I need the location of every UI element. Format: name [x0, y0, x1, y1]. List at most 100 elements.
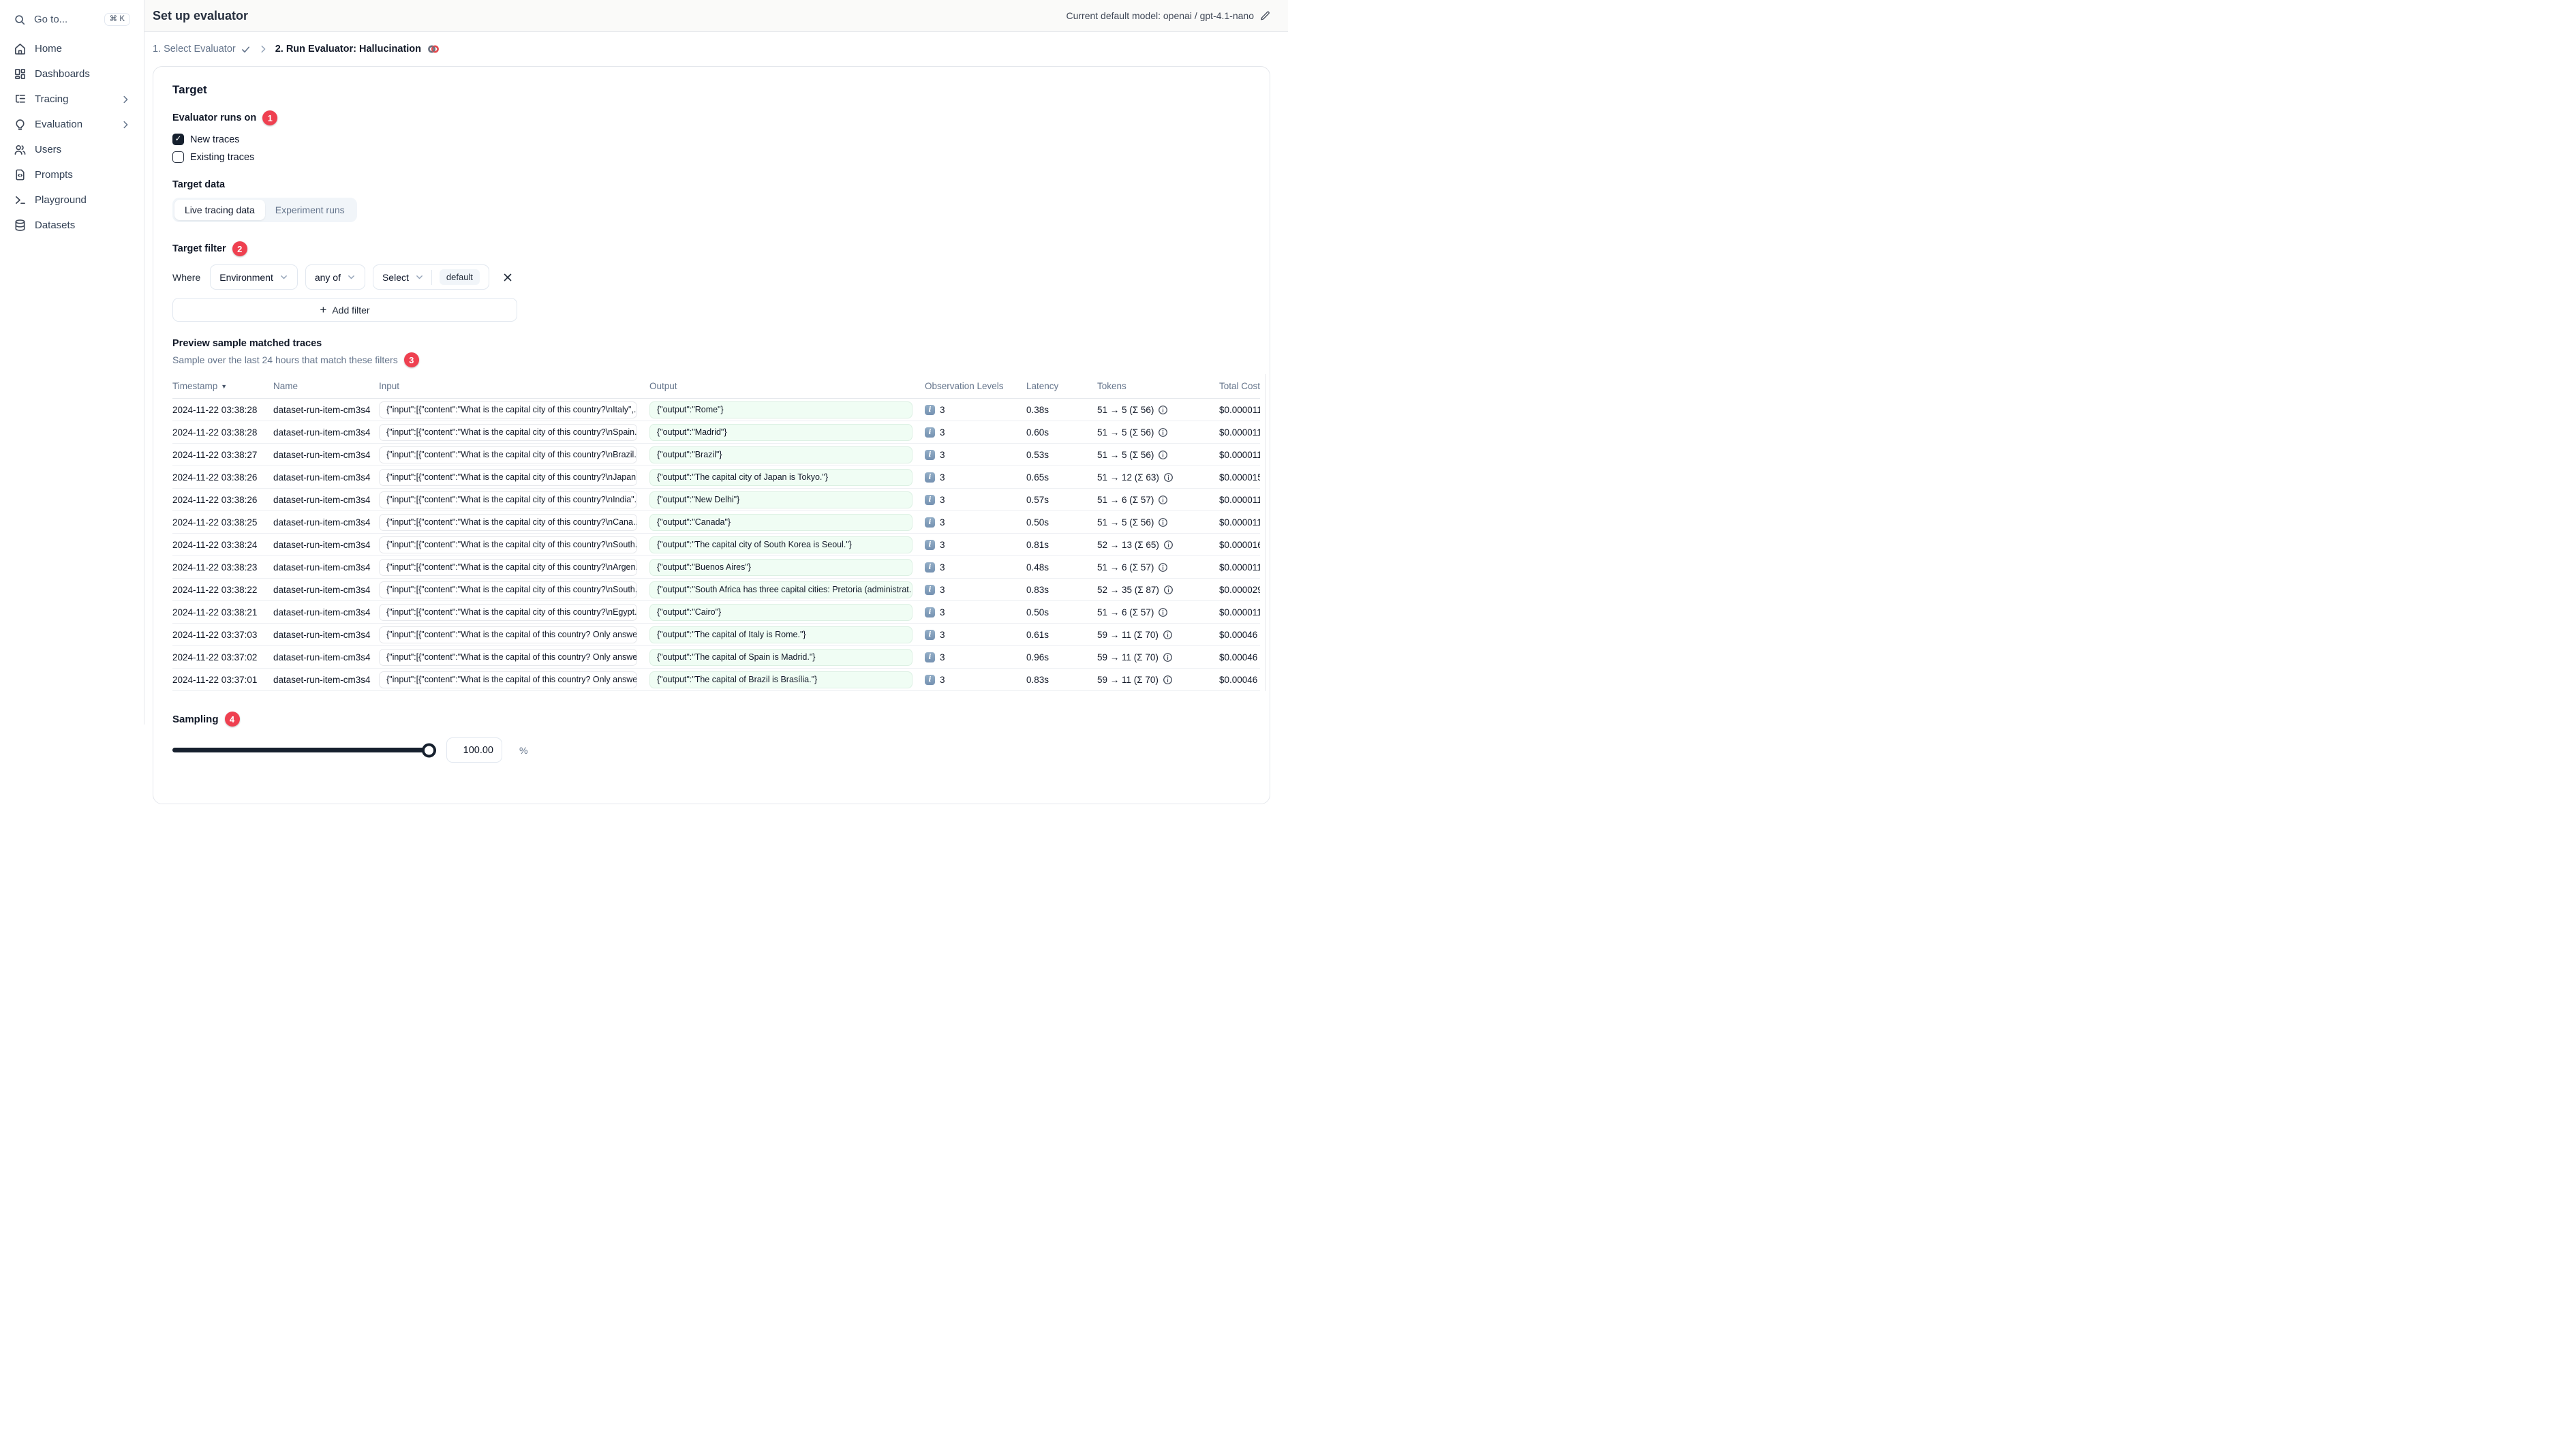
table-row[interactable]: 2024-11-22 03:38:24 dataset-run-item-cm3…	[172, 534, 1260, 556]
sidebar-item-datasets[interactable]: Datasets	[7, 213, 137, 238]
chevron-down-icon	[279, 273, 288, 281]
filter-operator-select[interactable]: any of	[305, 264, 365, 290]
sidebar-item-tracing[interactable]: Tracing	[7, 87, 137, 112]
input-json-chip[interactable]: {"input":[{"content":"What is the capita…	[379, 423, 637, 441]
column-header-tokens[interactable]: Tokens	[1097, 381, 1219, 391]
info-level-icon: i	[925, 584, 935, 595]
input-json-chip[interactable]: {"input":[{"content":"What is the capita…	[379, 648, 637, 666]
output-json-chip[interactable]: {"output":"South Africa has three capita…	[649, 581, 913, 598]
column-header-name[interactable]: Name	[273, 381, 379, 391]
cell-timestamp: 2024-11-22 03:38:26	[172, 494, 258, 505]
checkbox-row[interactable]: New traces	[172, 134, 1251, 145]
output-json-chip[interactable]: {"output":"The capital of Spain is Madri…	[649, 648, 913, 666]
info-circle-icon[interactable]	[1163, 630, 1173, 640]
sidebar-item-playground[interactable]: Playground	[7, 187, 137, 213]
info-level-icon: i	[925, 652, 935, 662]
output-json-chip[interactable]: {"output":"The capital city of South Kor…	[649, 536, 913, 553]
output-json-chip[interactable]: {"output":"The capital city of Japan is …	[649, 468, 913, 486]
checkbox-row[interactable]: Existing traces	[172, 151, 1251, 163]
table-row[interactable]: 2024-11-22 03:38:28 dataset-run-item-cm3…	[172, 421, 1260, 444]
info-circle-icon[interactable]	[1163, 652, 1173, 662]
table-row[interactable]: 2024-11-22 03:37:01 dataset-run-item-cm3…	[172, 669, 1260, 691]
output-json-chip[interactable]: {"output":"Canada"}	[649, 513, 913, 531]
remove-filter-button[interactable]	[500, 269, 516, 286]
info-circle-icon[interactable]	[1163, 585, 1174, 595]
info-circle-icon[interactable]	[1163, 540, 1174, 550]
info-circle-icon[interactable]	[1163, 472, 1174, 483]
sidebar-item-prompts[interactable]: Prompts	[7, 162, 137, 187]
goto-search[interactable]: Go to... ⌘ K	[7, 7, 137, 32]
cell-observation-levels: i 3	[925, 629, 1026, 640]
table-row[interactable]: 2024-11-22 03:37:02 dataset-run-item-cm3…	[172, 646, 1260, 669]
add-filter-button[interactable]: + Add filter	[172, 298, 517, 322]
info-circle-icon[interactable]	[1158, 607, 1168, 617]
output-json-chip[interactable]: {"output":"Rome"}	[649, 401, 913, 418]
cell-timestamp: 2024-11-22 03:37:03	[172, 629, 258, 640]
output-json-chip[interactable]: {"output":"New Delhi"}	[649, 491, 913, 508]
default-model-label: Current default model: openai / gpt-4.1-…	[1066, 10, 1254, 21]
table-row[interactable]: 2024-11-22 03:38:25 dataset-run-item-cm3…	[172, 511, 1260, 534]
info-circle-icon[interactable]	[1158, 405, 1168, 415]
slider-thumb[interactable]	[422, 743, 436, 757]
input-json-chip[interactable]: {"input":[{"content":"What is the capita…	[379, 536, 637, 553]
table-row[interactable]: 2024-11-22 03:38:21 dataset-run-item-cm3…	[172, 601, 1260, 624]
checkbox[interactable]	[172, 134, 184, 145]
column-header-input[interactable]: Input	[379, 381, 649, 391]
input-json-chip[interactable]: {"input":[{"content":"What is the capita…	[379, 401, 637, 418]
input-json-chip[interactable]: {"input":[{"content":"What is the capita…	[379, 603, 637, 621]
info-circle-icon[interactable]	[1163, 675, 1173, 685]
input-json-chip[interactable]: {"input":[{"content":"What is the capita…	[379, 558, 637, 576]
info-circle-icon[interactable]	[1158, 517, 1168, 528]
default-model-indicator: Current default model: openai / gpt-4.1-…	[1066, 10, 1270, 21]
input-json-chip[interactable]: {"input":[{"content":"What is the capita…	[379, 671, 637, 688]
info-level-icon: i	[925, 472, 935, 483]
sampling-value-input[interactable]: 100.00	[446, 737, 502, 763]
output-json-chip[interactable]: {"output":"Cairo"}	[649, 603, 913, 621]
output-json-chip[interactable]: {"output":"The capital of Italy is Rome.…	[649, 626, 913, 643]
column-header-total-cost[interactable]: Total Cost	[1219, 381, 1260, 391]
table-row[interactable]: 2024-11-22 03:38:27 dataset-run-item-cm3…	[172, 444, 1260, 466]
info-circle-icon[interactable]	[1158, 450, 1168, 460]
table-scrollbar[interactable]	[1265, 374, 1270, 691]
info-circle-icon[interactable]	[1158, 562, 1168, 573]
filter-field-select[interactable]: Environment	[210, 264, 298, 290]
column-header-latency[interactable]: Latency	[1026, 381, 1097, 391]
output-json-chip[interactable]: {"output":"Brazil"}	[649, 446, 913, 463]
sidebar-item-evaluation[interactable]: Evaluation	[7, 112, 137, 137]
input-json-chip[interactable]: {"input":[{"content":"What is the capita…	[379, 626, 637, 643]
table-row[interactable]: 2024-11-22 03:38:23 dataset-run-item-cm3…	[172, 556, 1260, 579]
cell-input: {"input":[{"content":"What is the capita…	[379, 401, 649, 418]
file-code-icon	[14, 168, 27, 181]
sidebar-item-dashboards[interactable]: Dashboards	[7, 61, 137, 87]
checkbox[interactable]	[172, 151, 184, 163]
observation-count: 3	[940, 472, 945, 483]
table-row[interactable]: 2024-11-22 03:37:03 dataset-run-item-cm3…	[172, 624, 1260, 646]
column-header-output[interactable]: Output	[649, 381, 925, 391]
sidebar-item-users[interactable]: Users	[7, 137, 137, 162]
cell-name: dataset-run-item-cm3s4	[273, 517, 371, 528]
table-row[interactable]: 2024-11-22 03:38:26 dataset-run-item-cm3…	[172, 489, 1260, 511]
column-header-timestamp[interactable]: Timestamp ▼	[172, 381, 273, 391]
info-circle-icon[interactable]	[1158, 495, 1168, 505]
table-row[interactable]: 2024-11-22 03:38:26 dataset-run-item-cm3…	[172, 466, 1260, 489]
sidebar-item-home[interactable]: Home	[7, 36, 137, 61]
input-json-chip[interactable]: {"input":[{"content":"What is the capita…	[379, 491, 637, 508]
segment-button[interactable]: Live tracing data	[174, 200, 265, 220]
output-json-chip[interactable]: {"output":"Buenos Aires"}	[649, 558, 913, 576]
column-header-observation-levels[interactable]: Observation Levels	[925, 381, 1026, 391]
segment-button[interactable]: Experiment runs	[265, 200, 355, 220]
input-json-chip[interactable]: {"input":[{"content":"What is the capita…	[379, 468, 637, 486]
input-json-chip[interactable]: {"input":[{"content":"What is the capita…	[379, 446, 637, 463]
cell-input: {"input":[{"content":"What is the capita…	[379, 491, 649, 508]
breadcrumb-step-1[interactable]: 1. Select Evaluator	[153, 44, 251, 55]
output-json-chip[interactable]: {"output":"Madrid"}	[649, 423, 913, 441]
filter-value-select[interactable]: Select default	[372, 264, 489, 290]
input-json-chip[interactable]: {"input":[{"content":"What is the capita…	[379, 513, 637, 531]
sampling-slider[interactable]	[172, 743, 436, 757]
info-circle-icon[interactable]	[1158, 427, 1168, 438]
input-json-chip[interactable]: {"input":[{"content":"What is the capita…	[379, 581, 637, 598]
output-json-chip[interactable]: {"output":"The capital of Brazil is Bras…	[649, 671, 913, 688]
table-row[interactable]: 2024-11-22 03:38:22 dataset-run-item-cm3…	[172, 579, 1260, 601]
edit-pencil-icon[interactable]	[1260, 11, 1270, 21]
table-row[interactable]: 2024-11-22 03:38:28 dataset-run-item-cm3…	[172, 399, 1260, 421]
